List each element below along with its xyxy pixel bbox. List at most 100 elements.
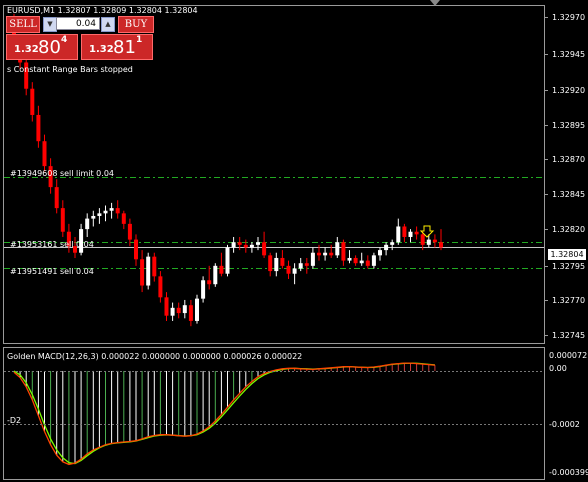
sell-price-fraction: 4 — [61, 35, 68, 45]
price-axis-label: 1.32845 — [552, 190, 586, 199]
price-axis-label: 1.32770 — [552, 296, 586, 305]
candle-body — [286, 265, 291, 274]
candle — [249, 242, 254, 253]
candle-body — [201, 280, 206, 299]
candle — [359, 252, 364, 266]
candle — [341, 239, 346, 266]
candle-body — [237, 242, 242, 245]
candle-body — [378, 250, 382, 256]
price-axis-label: 1.32920 — [552, 86, 586, 95]
candle — [256, 236, 260, 251]
lot-increase-icon[interactable]: ▲ — [101, 17, 115, 32]
candle — [225, 244, 230, 277]
candle — [60, 200, 65, 237]
candle-body — [323, 252, 328, 256]
candle-body — [91, 215, 96, 219]
candle — [207, 265, 212, 290]
order-lines — [4, 177, 544, 269]
candle-body — [146, 256, 151, 286]
candle — [213, 263, 218, 287]
candle — [24, 55, 29, 96]
candle-body — [115, 208, 120, 214]
sell-price-pips: 80 — [38, 37, 61, 58]
candle — [201, 276, 206, 303]
candle — [85, 213, 90, 237]
sell-button[interactable]: SELL — [6, 16, 40, 33]
candle-body — [127, 223, 132, 240]
candle — [347, 250, 352, 264]
candle-body — [262, 242, 267, 256]
lot-decrease-icon[interactable]: ▼ — [43, 17, 57, 32]
candle — [335, 236, 340, 258]
candle — [97, 208, 102, 224]
order-label-1[interactable]: #13949608 sell limit 0.04 — [10, 169, 114, 178]
chevron-down-icon[interactable] — [430, 0, 440, 6]
candle-body — [182, 305, 187, 314]
candle-body — [408, 231, 413, 237]
candle-body — [152, 256, 157, 277]
sell-price-button[interactable]: 1.32 80 4 — [6, 34, 78, 60]
candle — [274, 252, 279, 277]
candle-body — [420, 234, 425, 245]
candle-body — [225, 247, 230, 274]
candle-body — [134, 239, 138, 260]
candle — [42, 134, 47, 172]
indicator-level-label: -D2 — [7, 416, 22, 425]
candle-body — [195, 298, 199, 321]
price-axis-label: 1.32745 — [552, 331, 586, 340]
price-axis-label: 1.32945 — [552, 50, 586, 59]
candle-body — [390, 242, 395, 245]
candle-body — [140, 259, 145, 286]
candle — [268, 252, 273, 277]
candle — [195, 294, 199, 324]
candle-body — [365, 260, 370, 266]
candle — [408, 229, 413, 243]
price-axis-label: 1.32970 — [552, 13, 586, 22]
candle-body — [188, 305, 193, 321]
candle-body — [103, 210, 108, 214]
candle — [182, 299, 187, 319]
indicator-axis-label: 0.000072 — [549, 351, 588, 360]
candle — [390, 239, 395, 251]
candle-body — [329, 252, 334, 256]
order-label-2[interactable]: #13953161 sell 0.04 — [10, 240, 94, 249]
candle — [121, 210, 126, 230]
candle — [286, 260, 291, 279]
candle — [158, 271, 163, 303]
candle — [134, 234, 138, 266]
candle — [140, 250, 145, 293]
candle — [384, 242, 389, 256]
buy-price-button[interactable]: 1.32 81 1 — [81, 34, 153, 60]
price-axis-label: 1.32895 — [552, 121, 586, 130]
candle — [292, 263, 297, 285]
candle-body — [54, 187, 59, 209]
candle — [237, 236, 242, 251]
candle-body — [158, 276, 163, 298]
candle — [103, 205, 108, 222]
order-label-3[interactable]: #13951491 sell 0.04 — [10, 267, 94, 276]
candle — [91, 210, 96, 227]
candle-body — [402, 226, 407, 237]
candle — [378, 247, 382, 261]
candle-body — [256, 242, 260, 245]
candle — [323, 247, 328, 261]
candle-body — [36, 114, 41, 142]
indicator-axis-label: -0.0002 — [549, 420, 580, 429]
candle-body — [426, 239, 431, 245]
price-axis-label: 1.32820 — [552, 225, 586, 234]
candle — [402, 223, 407, 243]
macd-signal-line — [13, 362, 435, 465]
candle-body — [231, 242, 236, 248]
candle-body — [219, 265, 224, 274]
candle-body — [371, 255, 376, 266]
candle-body — [304, 263, 309, 266]
candle — [353, 255, 358, 266]
candle-body — [439, 242, 443, 248]
candle-body — [249, 244, 254, 248]
candle — [152, 252, 157, 282]
lot-size-input[interactable]: 0.04 — [56, 17, 100, 30]
candle — [280, 250, 285, 269]
indicator-axis-label: -0.000399 — [549, 468, 588, 477]
candle-body — [121, 213, 126, 224]
buy-button[interactable]: BUY — [118, 16, 154, 33]
